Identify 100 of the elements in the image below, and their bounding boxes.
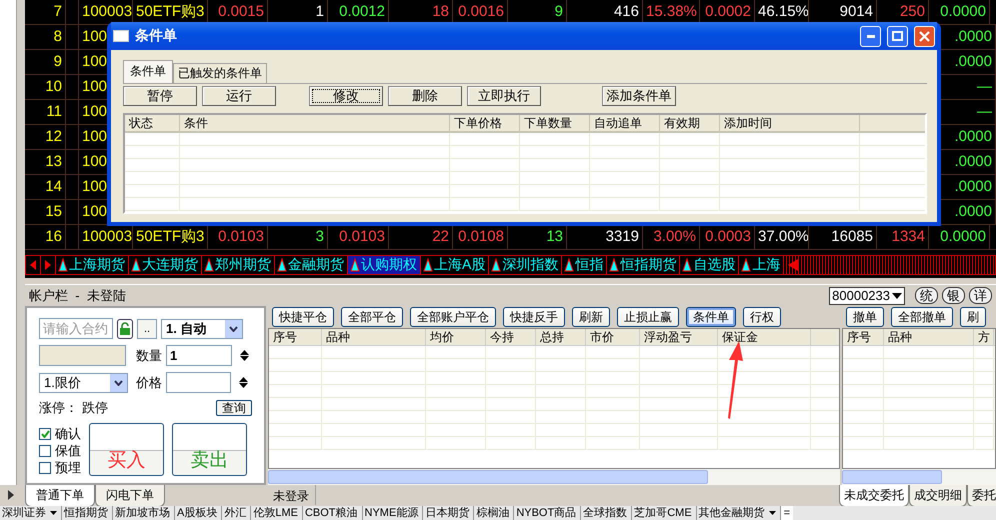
option-checkbox[interactable]: 预埋 [39,460,81,476]
market-link[interactable]: 日本期货 [423,506,474,520]
account-select[interactable]: 80000233 [829,286,905,304]
contract-input[interactable]: 请输入合约 [39,318,113,339]
price-input[interactable] [166,372,231,393]
market-link[interactable]: NYBOT商品 [514,506,582,520]
market-link[interactable]: 外汇 [222,506,252,520]
toolbar-button[interactable]: 快捷平仓 [272,307,334,327]
column-header[interactable]: 序号 [843,329,884,345]
order-list-tab[interactable]: 成交明细 [909,485,967,507]
market-link[interactable]: CBOT粮油 [302,506,363,520]
toolbar-button[interactable]: 撤单 [846,307,884,327]
column-header[interactable]: 总持 [536,329,586,345]
market-tab[interactable]: 认购期权 [348,256,421,274]
maximize-button[interactable] [887,26,908,46]
toolbar-button[interactable]: 快捷反手 [503,307,565,327]
account-button[interactable]: 详 [969,287,992,304]
order-list-tab[interactable]: 未成交委托 [839,485,909,507]
market-tab[interactable]: 上海A股 [421,256,490,274]
price-type-select[interactable]: 1.限价 [39,372,128,392]
market-link[interactable]: 棕榈油 [474,506,514,520]
triangle-icon [564,258,574,272]
window-button[interactable]: 暂停 [123,86,197,106]
market-tab[interactable]: 恒指期货 [607,256,680,274]
market-tab[interactable]: 郑州期货 [202,256,275,274]
column-header[interactable]: 浮动盈亏 [640,329,718,345]
query-button[interactable]: 查询 [216,400,252,416]
market-link[interactable]: 新加坡市场 [113,506,175,520]
account-button[interactable]: 银 [942,287,965,304]
triangle-icon [277,258,287,272]
left-arrow-icon[interactable] [788,259,798,271]
market-link[interactable]: NYME能源 [362,506,424,520]
window-button[interactable]: 添加条件单 [602,86,676,106]
column-header[interactable]: 均价 [426,329,486,345]
column-header[interactable]: 今持 [486,329,536,345]
option-checkbox[interactable]: 保值 [39,443,81,459]
more-button[interactable]: .. [137,318,157,338]
market-tab[interactable]: 大连期货 [129,256,202,274]
toolbar-button[interactable]: 行权 [743,307,781,327]
column-header[interactable]: 状态 [125,115,180,131]
checkbox[interactable] [39,428,51,440]
window-tab[interactable]: 条件单 [123,60,173,83]
mode-select[interactable]: 1. 自动 [161,318,243,338]
toolbar-button[interactable]: 全部平仓 [341,307,403,327]
minimize-button[interactable] [860,26,881,46]
market-tab[interactable]: 上海 [739,256,784,274]
order-list-tab[interactable]: 委托 [967,485,996,507]
checkbox[interactable] [39,462,51,474]
column-header[interactable]: 下单价格 [450,115,520,131]
column-header[interactable]: 自动追单 [590,115,660,131]
spinner-control[interactable] [240,350,249,361]
order-tab[interactable]: 闪电下单 [95,485,165,507]
account-button[interactable]: 统 [915,287,938,304]
spinner-control[interactable] [239,377,248,388]
market-link[interactable]: 深圳证券 [0,506,62,520]
horizontal-scrollbar[interactable] [842,469,996,485]
close-button[interactable] [914,26,935,46]
column-header[interactable]: 有效期 [660,115,720,131]
window-button[interactable]: 立即执行 [467,86,541,106]
column-header[interactable]: 序号 [269,329,322,345]
window-button[interactable]: 删除 [388,86,462,106]
column-header[interactable]: 添加时间 [720,115,860,131]
market-link[interactable]: A股板块 [175,506,222,520]
left-arrow-icon [30,260,36,270]
lock-button[interactable] [117,318,133,338]
checkbox[interactable] [39,445,51,457]
toolbar-button[interactable]: 全部账户平仓 [410,307,496,327]
column-header[interactable]: 市价 [586,329,640,345]
market-link[interactable]: 恒指期货 [62,506,113,520]
toolbar-button[interactable]: 全部撤单 [891,307,953,327]
market-tab[interactable]: 深圳指数 [489,256,562,274]
quantity-input[interactable]: 1 [166,345,232,366]
quote-cell: 9 [25,50,66,74]
window-button[interactable]: 运行 [202,86,276,106]
quote-cell: 16 [25,225,66,249]
market-tab[interactable]: 恒指 [562,256,608,274]
window-tab[interactable]: 已触发的条件单 [173,63,267,83]
market-tab[interactable]: 自选股 [680,256,740,274]
limit-up-label: 涨停： [39,399,78,417]
column-header[interactable]: 条件 [180,115,450,131]
right-arrow-icon [45,260,51,270]
toolbar-button[interactable]: 刷新 [572,307,610,327]
market-tab[interactable]: 上海期货 [56,256,129,274]
column-header[interactable]: 品种 [884,329,974,345]
market-link[interactable]: 伦敦LME [251,506,303,520]
market-link[interactable]: 芝加哥CME [632,506,697,520]
horizontal-scrollbar[interactable] [268,469,840,485]
column-header[interactable]: 方 [974,329,994,345]
menu-button[interactable]: = [780,506,794,520]
market-tab[interactable]: 金融期货 [275,256,348,274]
column-header[interactable]: 品种 [322,329,426,345]
toolbar-button[interactable]: 刷 [960,307,986,327]
toolbar-button[interactable]: 条件单 [686,307,736,327]
window-button[interactable]: 修改 [309,86,383,106]
option-checkbox[interactable]: 确认 [39,426,81,442]
toolbar-button[interactable]: 止损止赢 [617,307,679,327]
column-header[interactable]: 下单数量 [520,115,590,131]
market-link[interactable]: 全球指数 [581,506,632,520]
order-tab[interactable]: 普通下单 [25,485,95,507]
triangle-icon [741,258,752,272]
